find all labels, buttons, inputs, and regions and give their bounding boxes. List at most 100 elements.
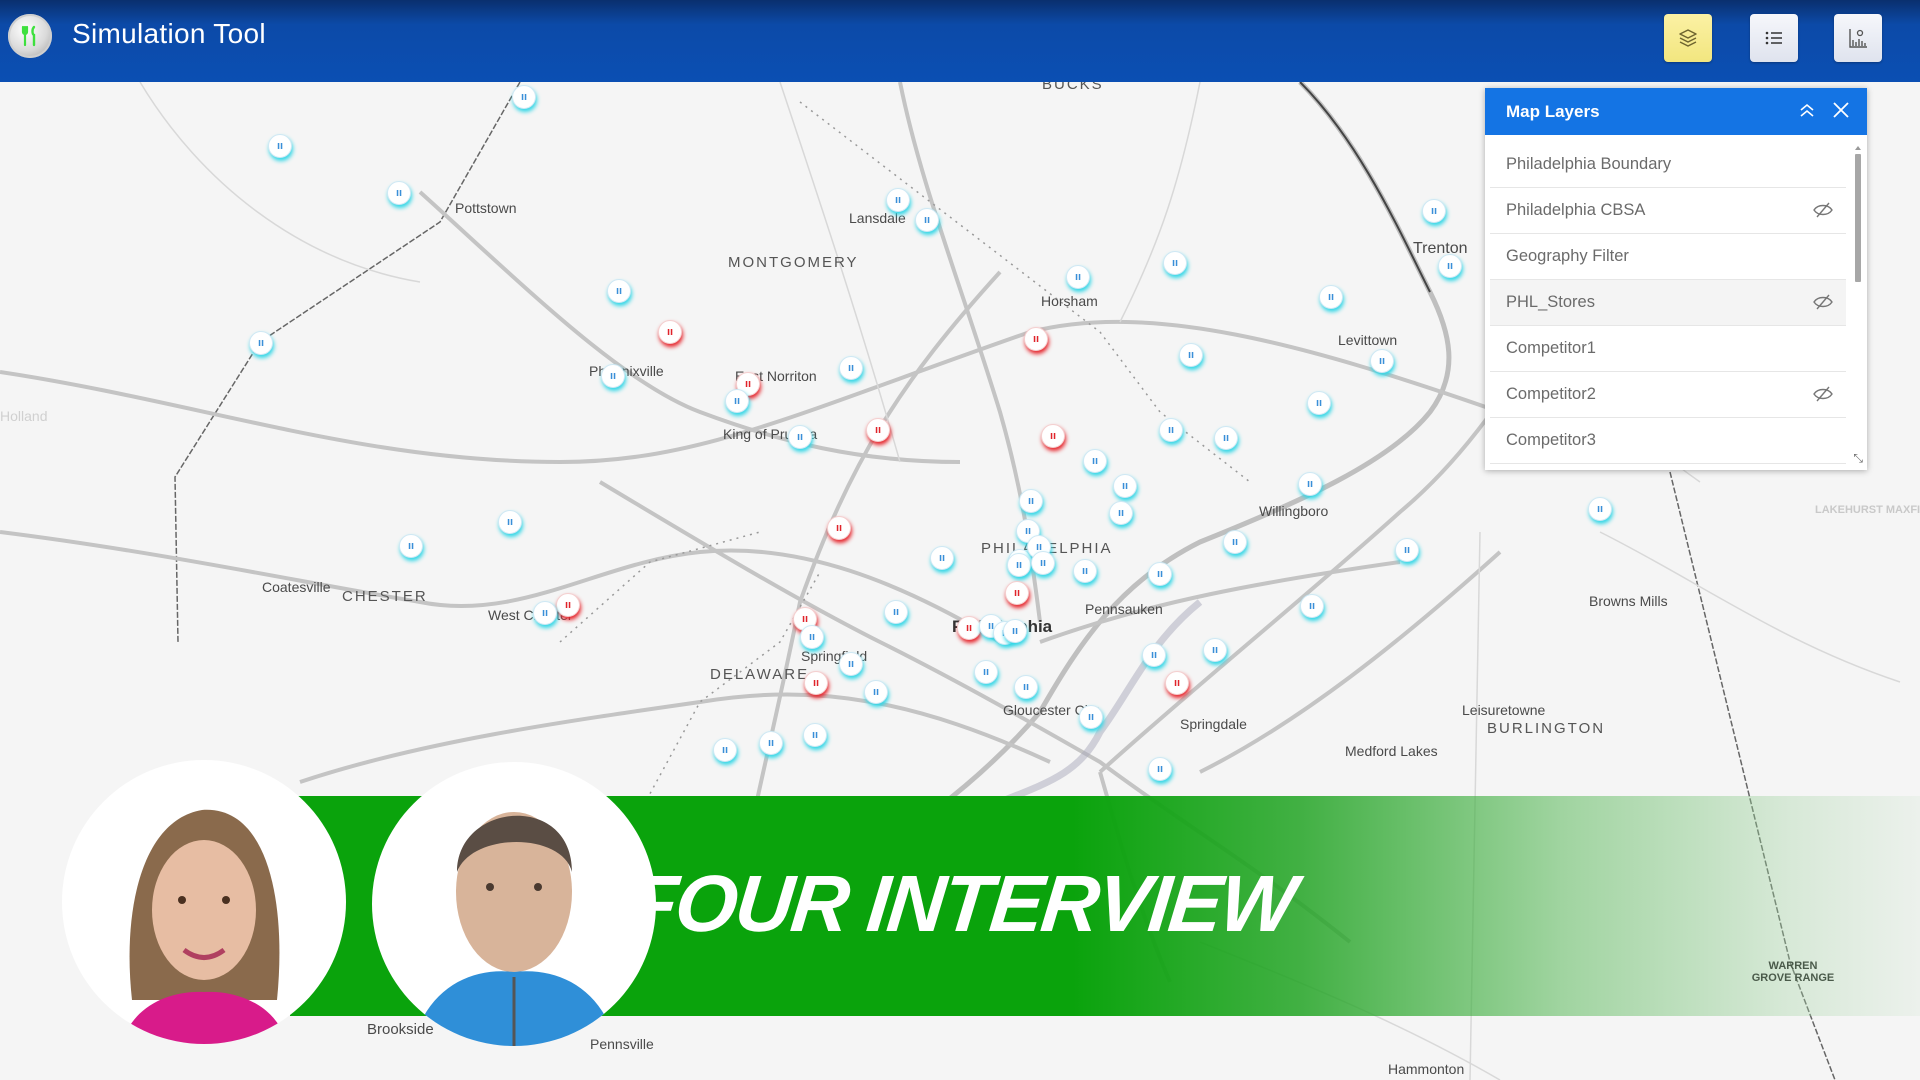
layers-button[interactable] (1664, 14, 1712, 62)
store-marker[interactable]: ıı (759, 731, 783, 755)
store-marker[interactable]: ıı (249, 331, 273, 355)
map-label: DELAWARE (710, 666, 810, 683)
store-marker[interactable]: ıı (512, 85, 536, 109)
competitor-marker[interactable]: ıı (804, 671, 828, 695)
eye-off-icon[interactable] (1812, 201, 1834, 219)
store-marker[interactable]: ıı (1003, 619, 1027, 643)
competitor-marker[interactable]: ıı (957, 616, 981, 640)
store-marker[interactable]: ıı (1319, 285, 1343, 309)
store-marker[interactable]: ıı (498, 510, 522, 534)
store-marker[interactable]: ıı (1179, 343, 1203, 367)
store-marker[interactable]: ıı (713, 738, 737, 762)
store-marker[interactable]: ıı (930, 546, 954, 570)
map-label: Levittown (1338, 332, 1398, 348)
store-marker[interactable]: ıı (1298, 472, 1322, 496)
store-marker[interactable]: ıı (1159, 418, 1183, 442)
store-marker[interactable]: ıı (800, 625, 824, 649)
competitor-marker[interactable]: ıı (1165, 671, 1189, 695)
competitor-marker[interactable]: ıı (1005, 581, 1029, 605)
layer-item[interactable]: Competitor2 (1490, 372, 1846, 418)
store-marker[interactable]: ıı (1370, 349, 1394, 373)
map-label: Brookside (367, 1021, 434, 1038)
layer-item[interactable]: Competitor1 (1490, 326, 1846, 372)
store-marker[interactable]: ıı (1422, 199, 1446, 223)
competitor-marker[interactable]: ıı (658, 320, 682, 344)
scrollbar[interactable] (1855, 146, 1861, 446)
store-marker[interactable]: ıı (974, 660, 998, 684)
store-marker[interactable]: ıı (1438, 254, 1462, 278)
store-marker[interactable]: ıı (1395, 538, 1419, 562)
map-label: Pottstown (455, 200, 517, 216)
map-label: Medford Lakes (1345, 743, 1438, 759)
store-marker[interactable]: ıı (601, 364, 625, 388)
competitor-marker[interactable]: ıı (827, 516, 851, 540)
map-label: Coatesville (262, 579, 331, 595)
eye-off-icon[interactable] (1812, 293, 1834, 311)
store-marker[interactable]: ıı (1109, 501, 1133, 525)
store-marker[interactable]: ıı (864, 680, 888, 704)
layer-item[interactable]: Competitor3 (1490, 418, 1846, 464)
store-marker[interactable]: ıı (1203, 638, 1227, 662)
store-marker[interactable]: ıı (915, 208, 939, 232)
map-label: Springdale (1180, 716, 1247, 732)
store-marker[interactable]: ıı (886, 188, 910, 212)
map-label: Pennsauken (1085, 601, 1163, 617)
legend-button[interactable] (1750, 14, 1798, 62)
store-marker[interactable]: ıı (1113, 474, 1137, 498)
layer-item-label: Competitor1 (1506, 339, 1596, 357)
store-marker[interactable]: ıı (1019, 489, 1043, 513)
resize-handle-icon[interactable]: ⤡ (1853, 451, 1863, 466)
store-marker[interactable]: ıı (1148, 562, 1172, 586)
fork-knife-icon (8, 14, 52, 58)
store-marker[interactable]: ıı (1148, 757, 1172, 781)
layer-item[interactable]: Philadelphia CBSA (1490, 188, 1846, 234)
double-chevron-up-icon[interactable] (1795, 98, 1819, 122)
store-marker[interactable]: ıı (387, 181, 411, 205)
store-marker[interactable]: ıı (803, 723, 827, 747)
competitor-marker[interactable]: ıı (866, 418, 890, 442)
competitor-marker[interactable]: ıı (1041, 424, 1065, 448)
store-marker[interactable]: ıı (1073, 559, 1097, 583)
competitor-marker[interactable]: ıı (1024, 327, 1048, 351)
map-label: BUCKS (1042, 82, 1104, 93)
store-marker[interactable]: ıı (839, 356, 863, 380)
store-marker[interactable]: ıı (1163, 251, 1187, 275)
list-icon (1765, 31, 1782, 45)
layer-item-label: PHL_Stores (1506, 293, 1595, 311)
store-marker[interactable]: ıı (1307, 391, 1331, 415)
store-marker[interactable]: ıı (1079, 705, 1103, 729)
map-label: Trenton (1413, 240, 1468, 257)
store-marker[interactable]: ıı (1588, 497, 1612, 521)
store-marker[interactable]: ıı (533, 601, 557, 625)
competitor-marker[interactable]: ıı (556, 593, 580, 617)
analysis-button[interactable] (1834, 14, 1882, 62)
store-marker[interactable]: ıı (1142, 643, 1166, 667)
layer-item[interactable]: PHL_Stores (1490, 280, 1846, 326)
store-marker[interactable]: ıı (1066, 265, 1090, 289)
map-label: BURLINGTON (1487, 720, 1606, 737)
store-marker[interactable]: ıı (725, 389, 749, 413)
store-marker[interactable]: ıı (607, 279, 631, 303)
map-label: Willingboro (1259, 503, 1329, 519)
store-marker[interactable]: ıı (839, 652, 863, 676)
store-marker[interactable]: ıı (1031, 551, 1055, 575)
store-marker[interactable]: ıı (268, 134, 292, 158)
map-label: Pennsville (590, 1036, 654, 1052)
layer-item[interactable]: Philadelphia Boundary (1490, 142, 1846, 188)
store-marker[interactable]: ıı (788, 425, 812, 449)
map-label: Hammonton (1388, 1061, 1465, 1077)
map-label: Lansdale (849, 210, 906, 226)
layer-item[interactable]: Geography Filter (1490, 234, 1846, 280)
store-marker[interactable]: ıı (1014, 675, 1038, 699)
guest-photo-man (372, 762, 656, 1046)
chart-person-icon (1849, 29, 1867, 48)
store-marker[interactable]: ıı (1083, 449, 1107, 473)
eye-off-icon[interactable] (1812, 385, 1834, 403)
store-marker[interactable]: ıı (399, 534, 423, 558)
store-marker[interactable]: ıı (1214, 426, 1238, 450)
store-marker[interactable]: ıı (1300, 594, 1324, 618)
store-marker[interactable]: ıı (884, 600, 908, 624)
close-icon[interactable] (1829, 98, 1853, 122)
store-marker[interactable]: ıı (1007, 553, 1031, 577)
store-marker[interactable]: ıı (1223, 530, 1247, 554)
